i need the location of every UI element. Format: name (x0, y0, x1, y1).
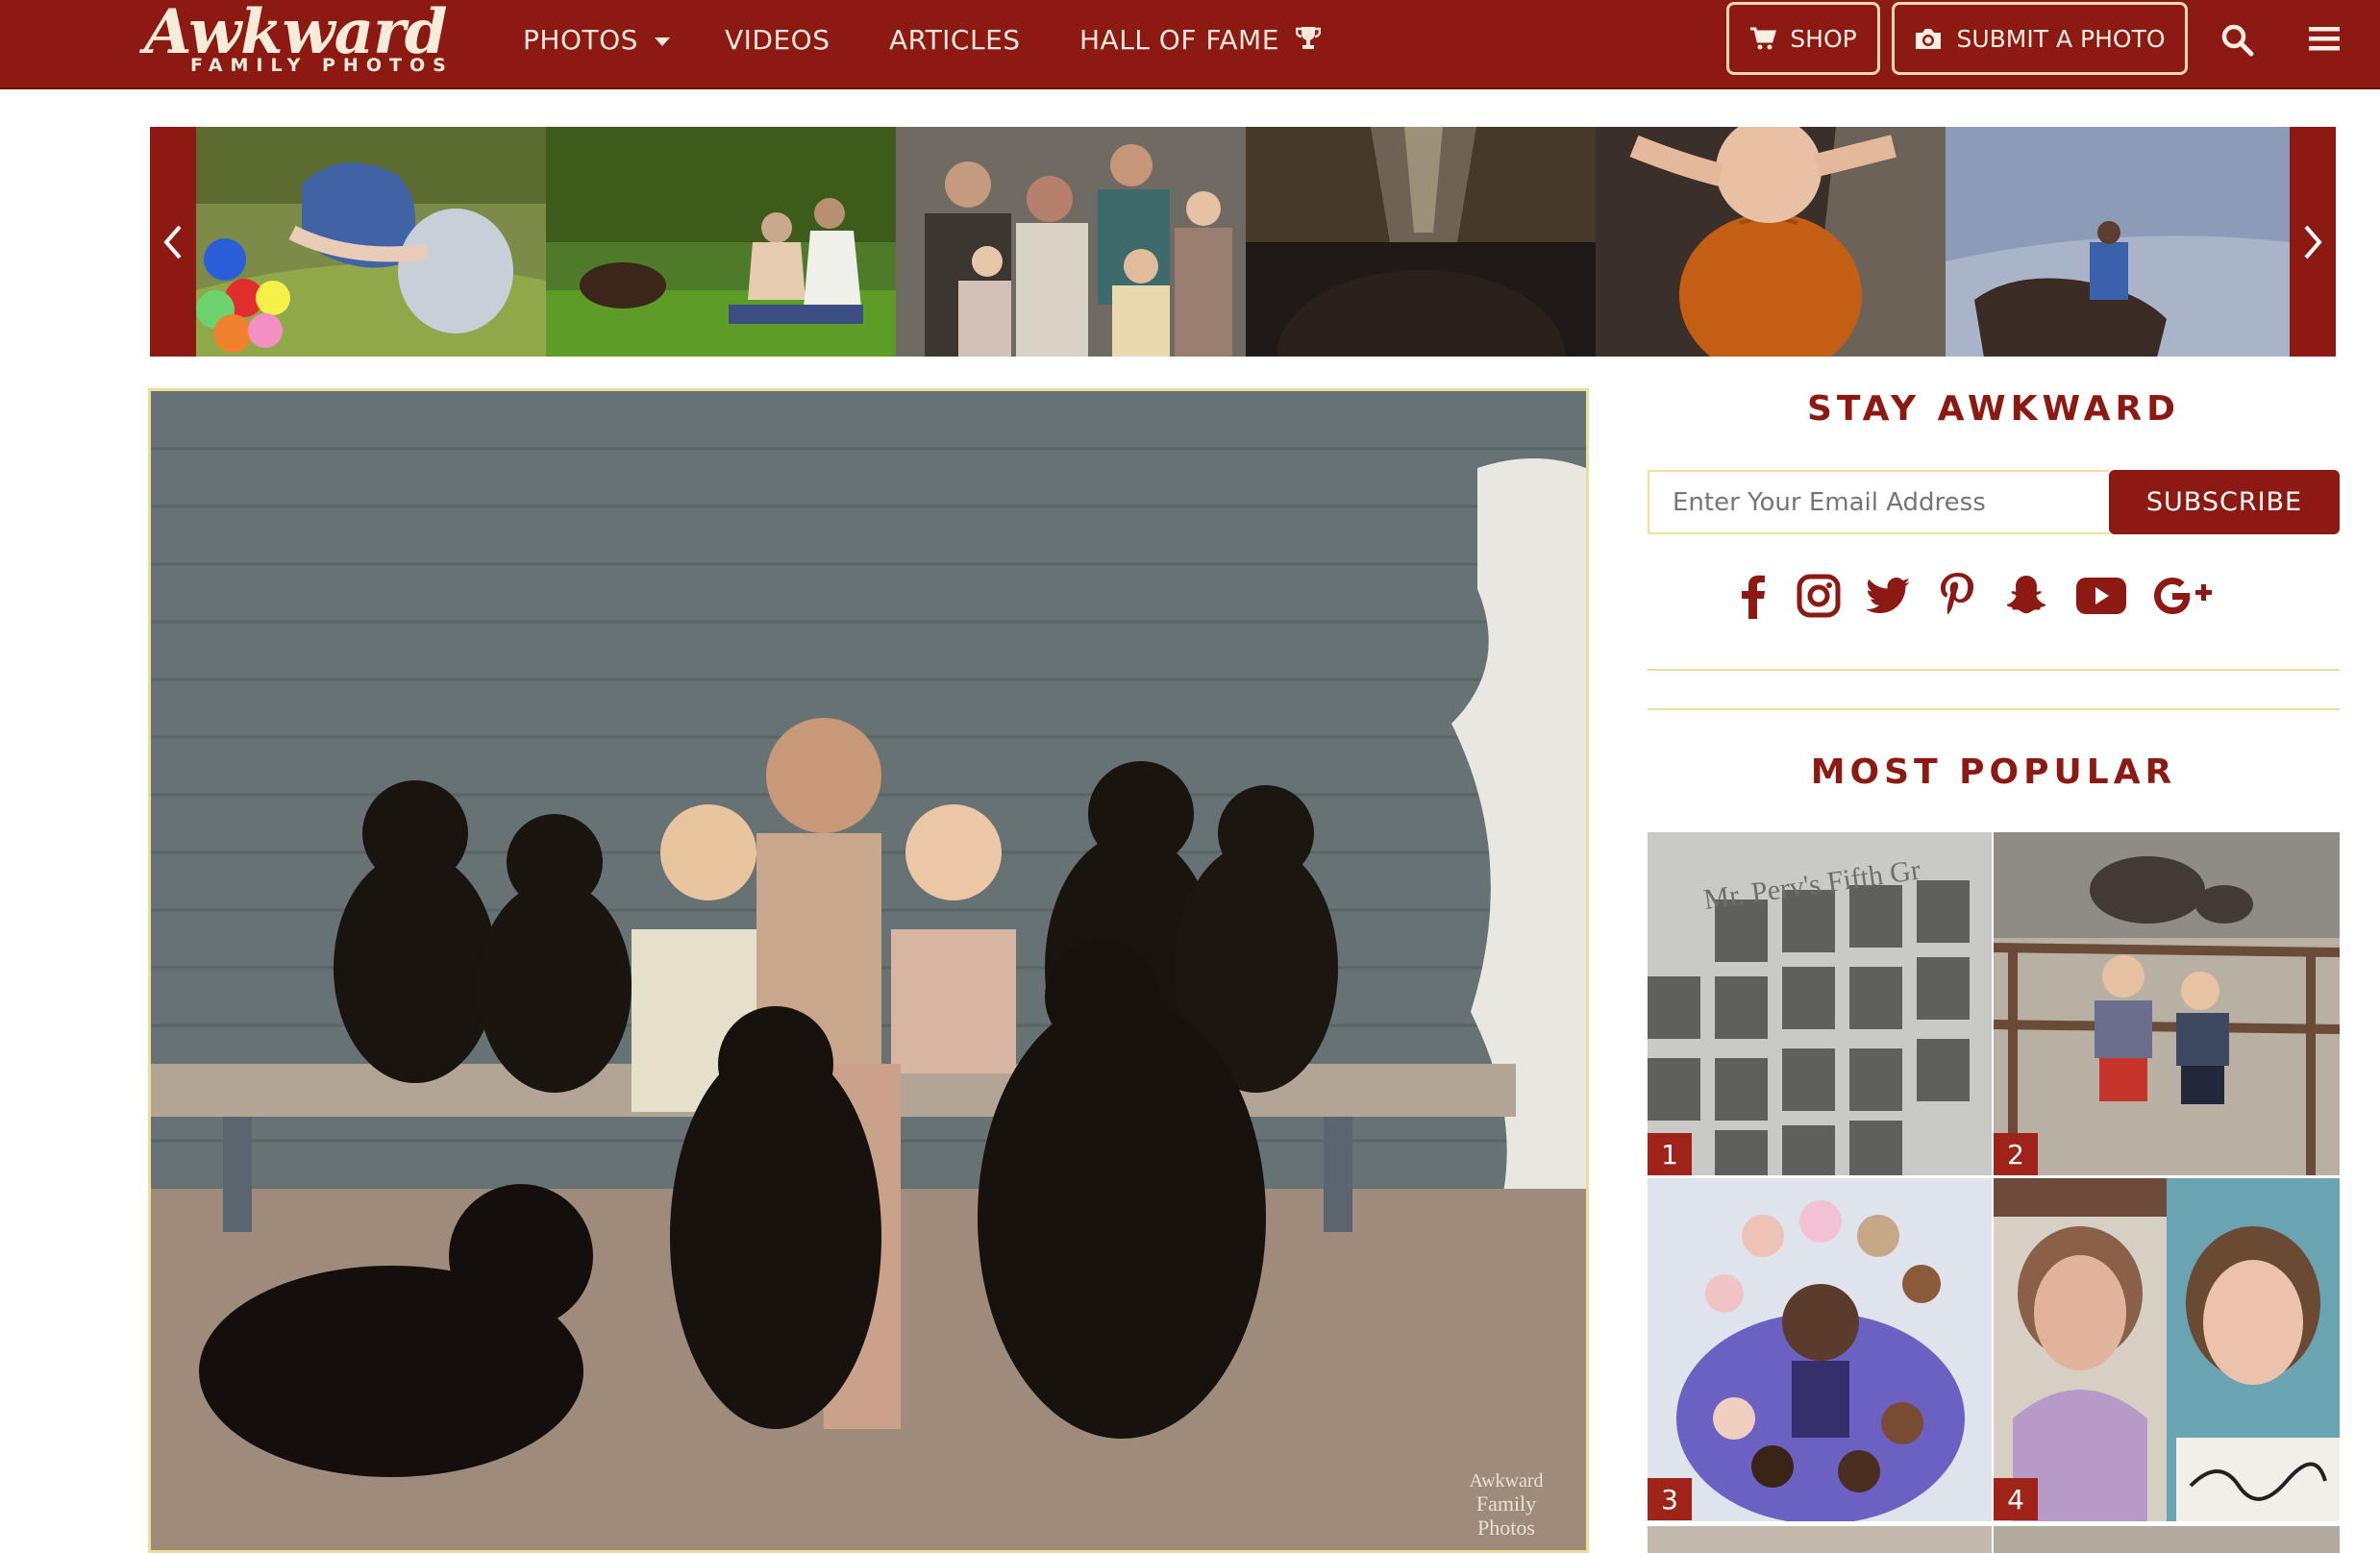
divider (1648, 669, 2340, 671)
nav-hall-of-fame-label: HALL OF FAME (1079, 24, 1279, 56)
submit-photo-button[interactable]: SUBMIT A PHOTO (1892, 2, 2188, 75)
shop-button[interactable]: SHOP (1726, 2, 1880, 75)
trophy-icon (1296, 27, 1322, 49)
google-plus-icon[interactable] (2149, 569, 2219, 623)
rank-badge: 1 (1648, 1133, 1692, 1175)
featured-photo[interactable]: Awkward Family Photos (148, 388, 1589, 1553)
carousel-slide[interactable] (1946, 127, 2290, 357)
nav-photos-label: PHOTOS (523, 24, 638, 56)
chevron-right-icon (2304, 225, 2322, 259)
rottweiler-family-photo: Awkward Family Photos (151, 391, 1586, 1550)
carousel-slide[interactable] (1596, 127, 1946, 357)
divider (1648, 708, 2340, 710)
carousel-prev-button[interactable] (150, 127, 196, 357)
balloons-girl-photo (196, 127, 546, 357)
facebook-icon[interactable] (1726, 569, 1780, 623)
watermark-line-1: Awkward (1469, 1470, 1543, 1491)
pinterest-icon[interactable] (1930, 569, 1984, 623)
carousel-slide[interactable] (546, 127, 896, 357)
chevron-left-icon (163, 225, 182, 259)
nav-videos[interactable]: VIDEOS (725, 23, 830, 58)
carousel-slide[interactable] (896, 127, 1246, 357)
most-popular-title: MOST POPULAR (1810, 752, 2177, 792)
nav-hall-of-fame[interactable]: HALL OF FAME (1079, 23, 1322, 58)
watermark-line-2: Family (1476, 1491, 1536, 1516)
site-logo-subtext: FAMILY PHOTOS (190, 55, 454, 76)
rank-badge: 3 (1648, 1478, 1692, 1520)
horse-rider-photo (1946, 127, 2290, 357)
class-photo-thumbnail: Mr. Perv's Fifth Gr (1648, 832, 1992, 1175)
popular-item[interactable] (1994, 832, 2340, 1175)
id-photo-comparison-thumbnail (1994, 1178, 2340, 1521)
stay-awkward-title: STAY AWKWARD (1806, 389, 2181, 429)
closeup-portrait-photo (1246, 127, 1596, 357)
carousel-slide[interactable] (1246, 127, 1596, 357)
lakeside-couple-photo (546, 127, 896, 357)
submit-photo-label: SUBMIT A PHOTO (1956, 24, 2166, 53)
cart-icon (1750, 27, 1777, 50)
watermark-line-3: Photos (1477, 1516, 1535, 1540)
shop-button-label: SHOP (1790, 24, 1857, 53)
twitter-icon[interactable] (1861, 569, 1915, 623)
pumpkin-baby-photo (1596, 127, 1946, 357)
menu-icon[interactable] (2309, 25, 2343, 56)
family-portrait-photo (896, 127, 1246, 357)
nav-articles[interactable]: ARTICLES (889, 23, 1021, 58)
popular-item[interactable]: Mr. Perv's Fifth Gr (1648, 832, 1992, 1175)
caret-down-icon (655, 37, 671, 46)
instagram-icon[interactable] (1792, 569, 1846, 623)
popular-item[interactable] (1994, 1178, 2340, 1521)
popular-item[interactable] (1648, 1178, 1992, 1521)
carousel-next-button[interactable] (2290, 127, 2336, 357)
rank-badge: 2 (1994, 1133, 2038, 1175)
popular-item[interactable] (1648, 1526, 1992, 1553)
search-icon[interactable] (2220, 23, 2259, 62)
subscribe-button[interactable]: SUBSCRIBE (2109, 470, 2340, 534)
boys-at-railing-thumbnail (1994, 832, 2340, 1175)
camera-icon (1916, 29, 1942, 49)
youtube-icon[interactable] (2072, 569, 2130, 623)
snapchat-icon[interactable] (1999, 569, 2053, 623)
email-input[interactable] (1648, 470, 2109, 534)
carousel-slide[interactable] (196, 127, 546, 357)
nav-photos[interactable]: PHOTOS (523, 23, 671, 58)
dolls-girl-thumbnail (1648, 1178, 1992, 1521)
popular-item[interactable] (1994, 1526, 2340, 1553)
rank-badge: 4 (1994, 1478, 2038, 1520)
